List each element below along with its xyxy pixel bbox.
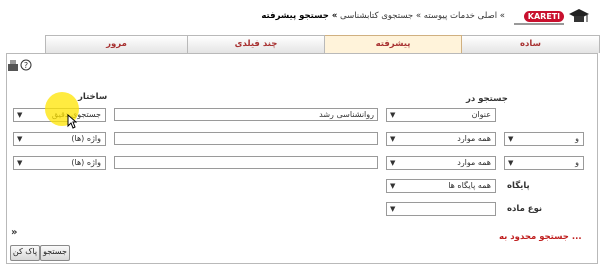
material-type-select[interactable]: ▼ — [386, 202, 496, 216]
row2-bool-select[interactable]: ▼ و — [504, 132, 584, 146]
dropdown-arrow-icon: ▼ — [390, 182, 396, 190]
dropdown-arrow-icon: ▼ — [390, 159, 396, 167]
database-label: پایگاه — [507, 181, 530, 191]
dropdown-arrow-icon: ▼ — [390, 111, 396, 119]
tab-simple[interactable]: ساده — [461, 35, 600, 53]
dropdown-arrow-icon: ▼ — [508, 159, 514, 167]
brand-badge: KARETl — [523, 11, 564, 22]
row3-bool-select[interactable]: ▼ و — [504, 156, 584, 170]
dropdown-arrow-icon: ▼ — [508, 135, 514, 143]
logo-underline — [514, 23, 564, 25]
breadcrumb: » اصلی خدمات پیوسته » جستجوی کتابشناسی »… — [261, 11, 505, 21]
row3-field-select[interactable]: ▼ همه موارد — [386, 156, 496, 170]
dropdown-arrow-icon: ▼ — [390, 135, 396, 143]
tab-browse[interactable]: مرور — [45, 35, 188, 53]
settings-icon[interactable] — [7, 58, 19, 72]
dropdown-arrow-icon: ▼ — [17, 159, 23, 167]
row1-field-select[interactable]: ▼ عنوان — [386, 108, 496, 122]
database-select[interactable]: ▼ همه پایگاه ها — [386, 179, 496, 193]
clear-button[interactable]: پاک کن — [10, 245, 40, 261]
logo: KARETl — [508, 3, 592, 31]
row3-term-input[interactable] — [114, 156, 378, 169]
tab-multifield[interactable]: چند فیلدی — [187, 35, 325, 53]
row2-structure-select[interactable]: ▼ واژه (ها) — [13, 132, 106, 146]
graduation-cap-icon — [569, 9, 589, 22]
material-type-label: نوع ماده — [507, 204, 543, 214]
tab-bar: ساده پیشرفته چند فیلدی مرور — [45, 35, 600, 54]
help-icon[interactable]: ? — [20, 59, 32, 71]
breadcrumb-home[interactable]: » اصلی خدمات پیوسته — [424, 11, 505, 21]
breadcrumb-current: » جستجو پیشرفته — [261, 11, 338, 21]
search-button[interactable]: جستجو — [40, 245, 70, 261]
expand-icon[interactable]: » — [11, 227, 17, 238]
tab-advanced[interactable]: پیشرفته — [324, 35, 462, 54]
svg-text:?: ? — [24, 61, 28, 70]
structure-label: ساختار — [78, 92, 108, 102]
row2-term-input[interactable] — [114, 132, 378, 145]
limited-to-link[interactable]: جستجو محدود به ... — [499, 232, 582, 242]
cursor-icon — [67, 114, 77, 129]
dropdown-arrow-icon: ▼ — [390, 205, 396, 213]
search-in-label: جستجو در — [466, 94, 508, 104]
dropdown-arrow-icon: ▼ — [17, 111, 23, 119]
row3-structure-select[interactable]: ▼ واژه (ها) — [13, 156, 106, 170]
breadcrumb-bibliographic[interactable]: » جستجوی کتابشناسی — [340, 11, 421, 21]
row1-term-input[interactable]: روانشناسی رشد — [114, 108, 378, 121]
dropdown-arrow-icon: ▼ — [17, 135, 23, 143]
row2-field-select[interactable]: ▼ همه موارد — [386, 132, 496, 146]
